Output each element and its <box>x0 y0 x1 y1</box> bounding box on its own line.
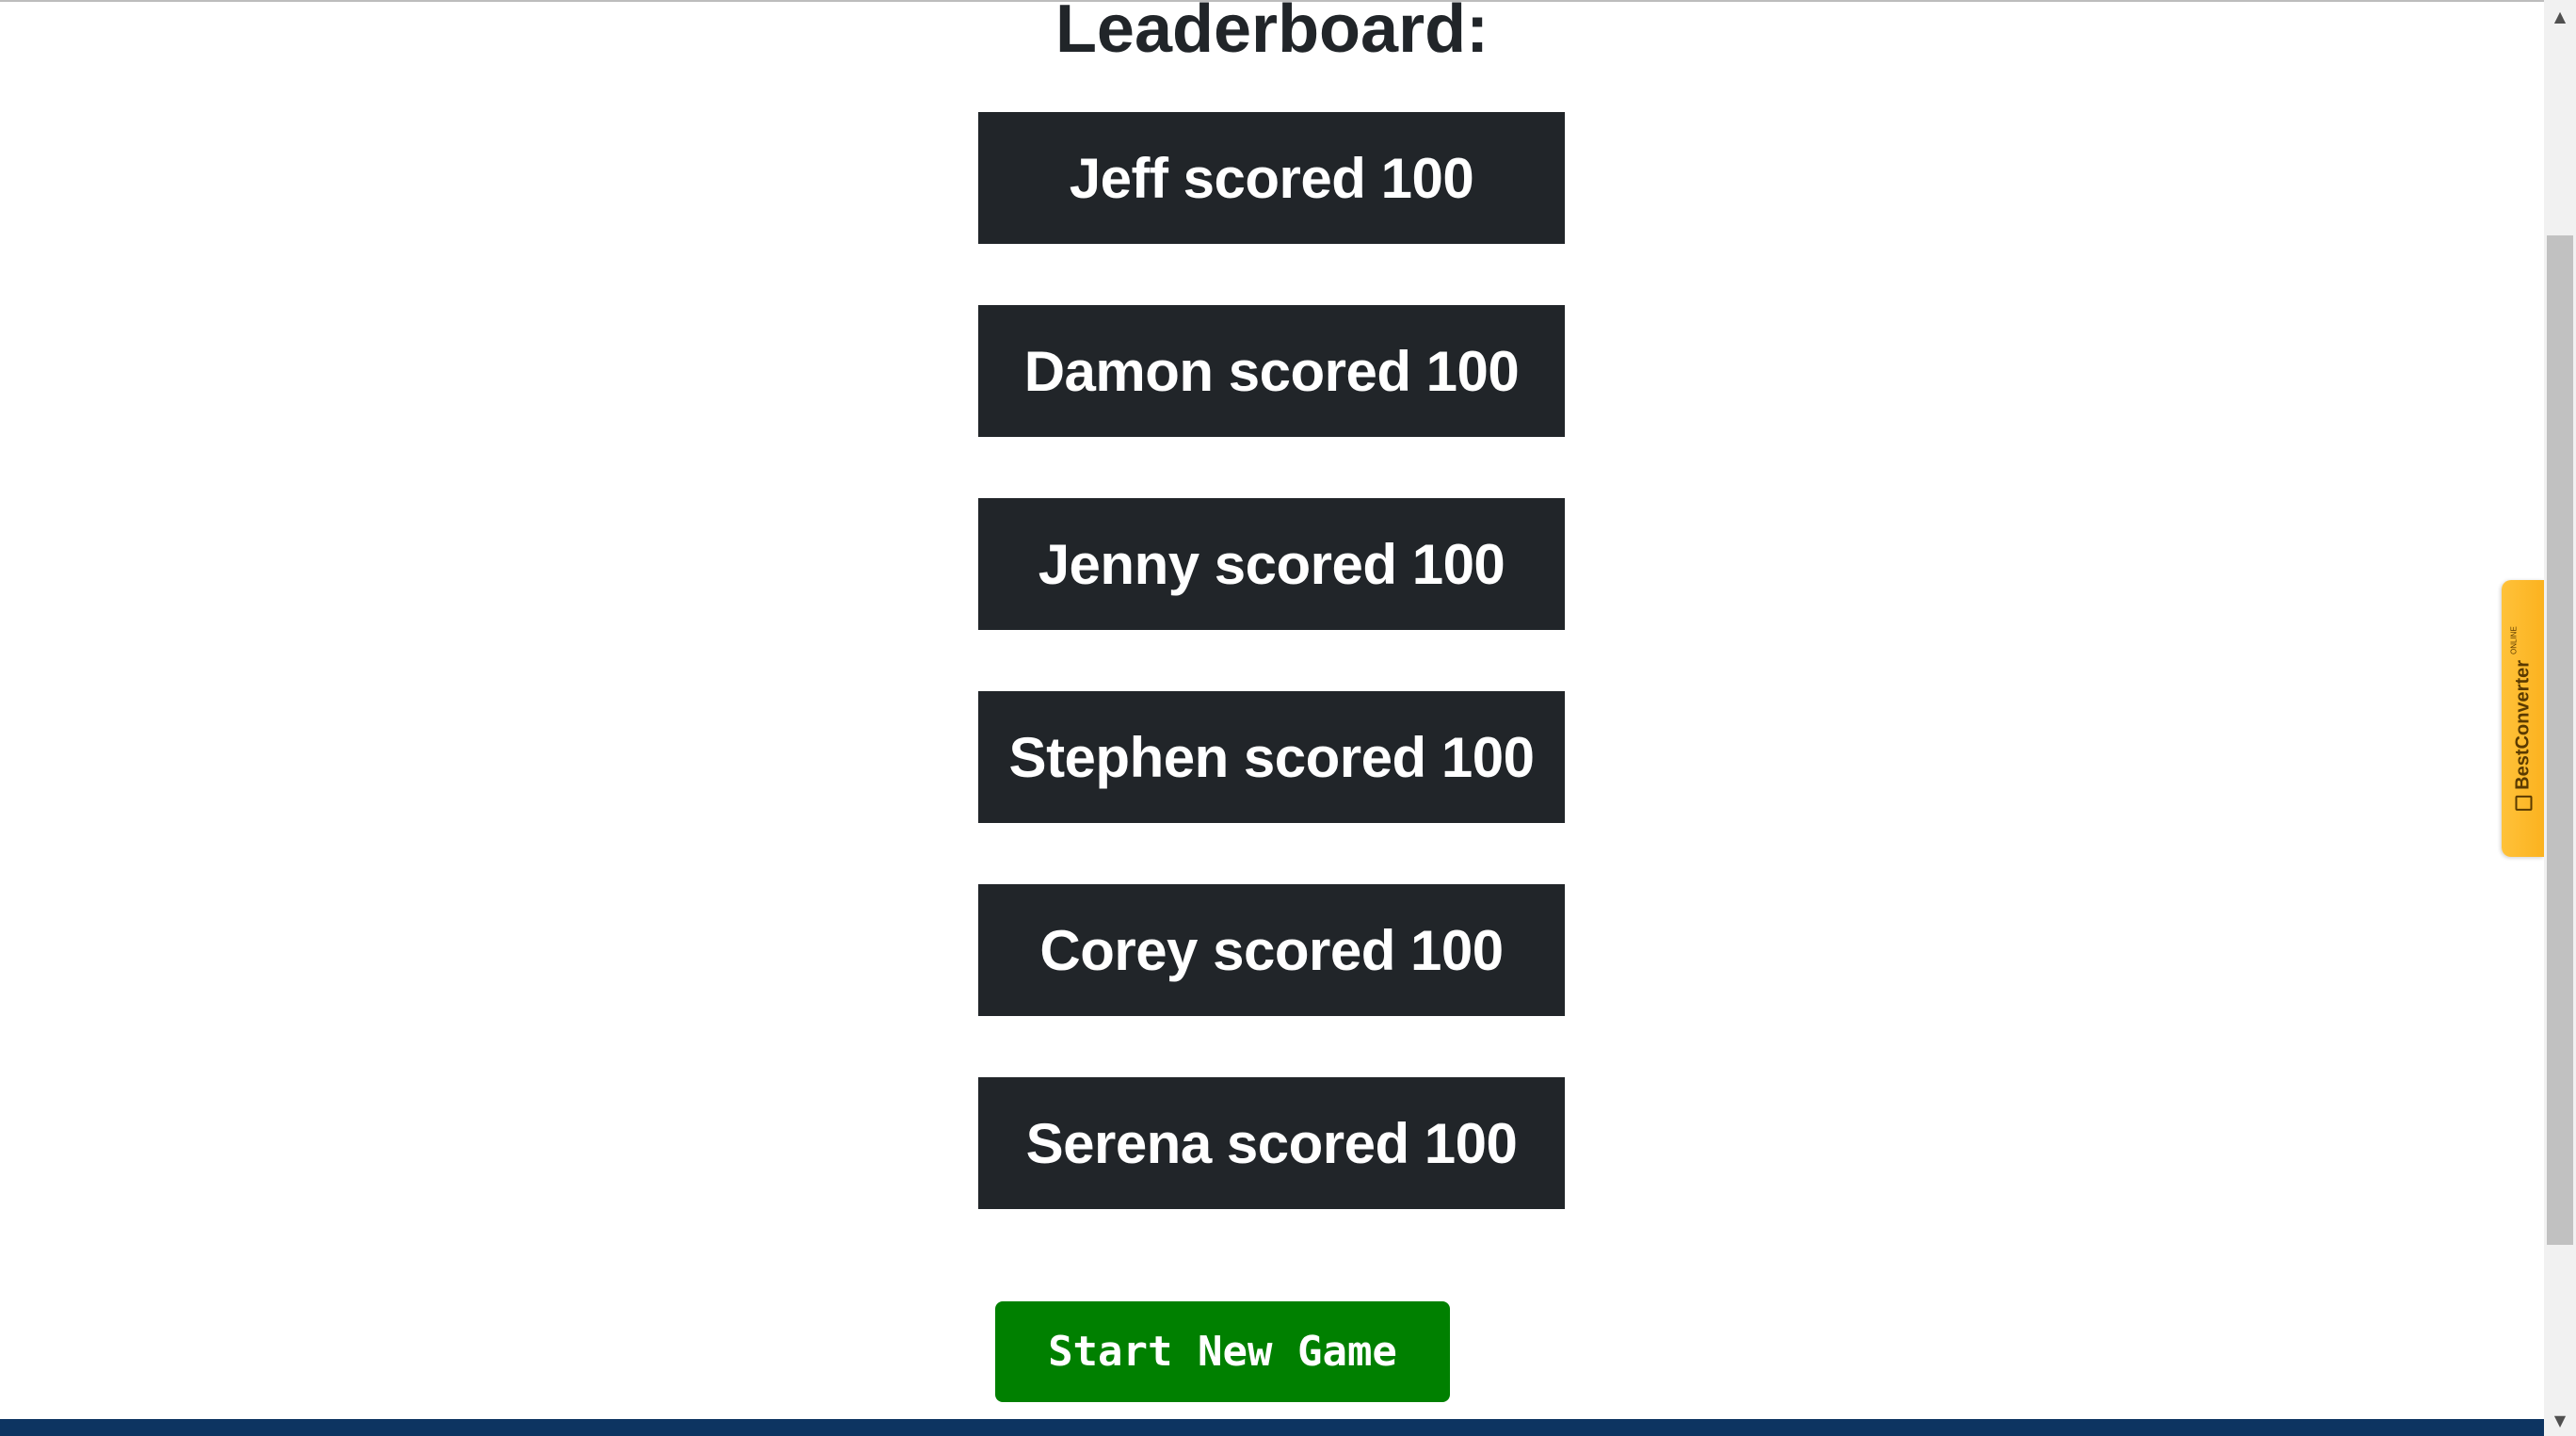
leaderboard-entry: Corey scored 100 <box>978 884 1565 1016</box>
scrollbar-thumb[interactable] <box>2547 235 2573 1245</box>
leaderboard-entry: Serena scored 100 <box>978 1077 1565 1209</box>
leaderboard-entry: Damon scored 100 <box>978 305 1565 437</box>
vertical-scrollbar[interactable]: ▲ ▼ <box>2544 0 2576 1436</box>
leaderboard-entry: Jenny scored 100 <box>978 498 1565 630</box>
extension-label-group: BestConverter ONLINE <box>2509 626 2534 811</box>
extension-label: BestConverter <box>2512 659 2533 790</box>
footer-bar <box>0 1419 2544 1436</box>
bestconverter-extension-tab[interactable]: BestConverter ONLINE <box>2502 580 2544 857</box>
document-icon <box>2514 795 2532 811</box>
start-new-game-button[interactable]: Start New Game <box>995 1301 1450 1402</box>
leaderboard-title: Leaderboard: <box>1055 0 1489 67</box>
leaderboard-entry: Jeff scored 100 <box>978 112 1565 244</box>
scroll-down-icon[interactable]: ▼ <box>2544 1404 2576 1436</box>
extension-sublabel: ONLINE <box>2509 626 2518 654</box>
page-content: Leaderboard: Jeff scored 100 Damon score… <box>0 0 2544 1436</box>
scroll-up-icon[interactable]: ▲ <box>2544 0 2576 32</box>
leaderboard-list: Jeff scored 100 Damon scored 100 Jenny s… <box>978 112 1565 1270</box>
leaderboard-entry: Stephen scored 100 <box>978 691 1565 823</box>
